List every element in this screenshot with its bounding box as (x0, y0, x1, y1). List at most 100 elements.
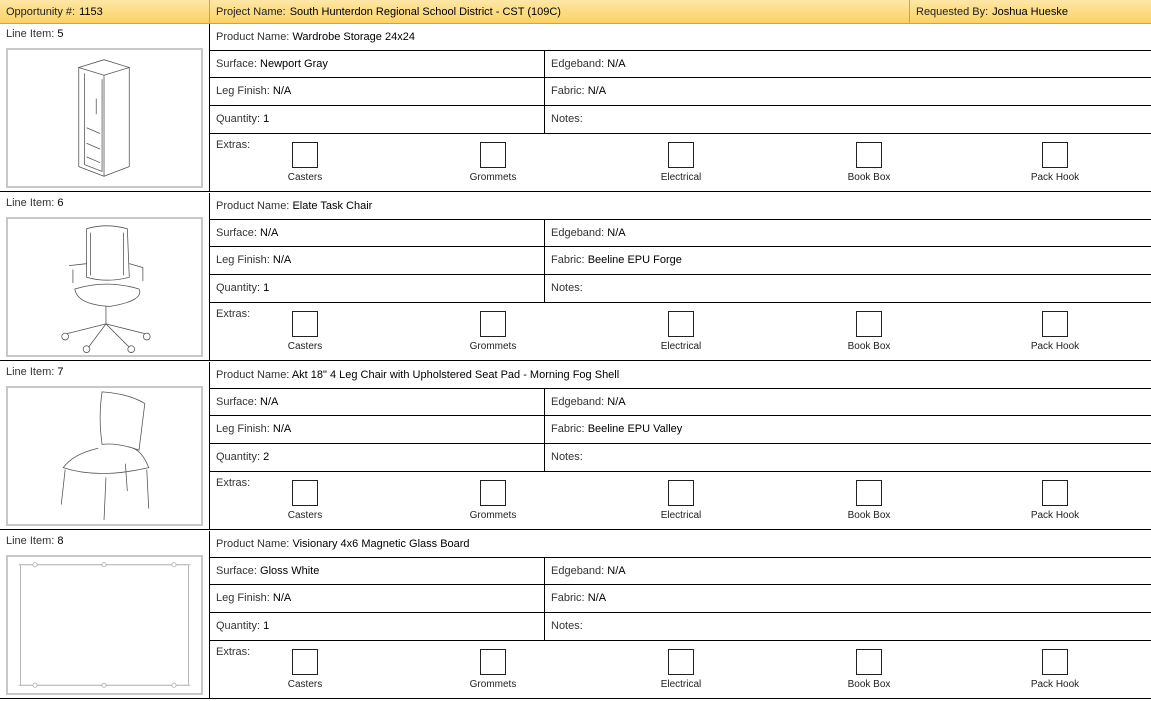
product-name-cell[interactable]: Product Name: Akt 18" 4 Leg Chair with U… (210, 362, 1151, 388)
pack-hook-checkbox[interactable] (1042, 480, 1068, 506)
fabric-cell[interactable]: Fabric: N/A (545, 78, 1151, 105)
requested-value[interactable]: Joshua Hueske (992, 6, 1068, 18)
casters-checkbox[interactable] (292, 142, 318, 168)
leg-finish-value: N/A (272, 423, 292, 435)
grommets-label: Grommets (469, 679, 517, 690)
leg-finish-row: Leg Finish: N/A Fabric: N/A (210, 585, 1151, 613)
quantity-label: Quantity: (216, 282, 261, 294)
fabric-cell[interactable]: Fabric: N/A (545, 585, 1151, 612)
leg-finish-cell[interactable]: Leg Finish: N/A (210, 78, 545, 105)
notes-cell[interactable]: Notes: (545, 275, 1151, 302)
grommets-checkbox[interactable] (480, 311, 506, 337)
extras-option-pack-hook: Pack Hook (1005, 480, 1105, 528)
pack-hook-label: Pack Hook (1030, 510, 1080, 521)
leg-finish-label: Leg Finish: (216, 85, 270, 97)
line-item-label-group: Line Item: 8 (6, 535, 64, 547)
requested-label: Requested By: (916, 6, 989, 18)
edgeband-cell[interactable]: Edgeband: N/A (545, 558, 1151, 584)
fabric-label: Fabric: (551, 592, 585, 604)
fabric-value: N/A (587, 592, 607, 604)
quantity-value: 2 (263, 451, 270, 463)
line-item-label-group: Line Item: 7 (6, 366, 64, 378)
surface-cell[interactable]: Surface: Newport Gray (210, 51, 545, 77)
pack-hook-checkbox[interactable] (1042, 649, 1068, 675)
pack-hook-checkbox[interactable] (1042, 142, 1068, 168)
fabric-label: Fabric: (551, 85, 585, 97)
electrical-label: Electrical (660, 172, 702, 183)
edgeband-value: N/A (607, 396, 626, 408)
product-name-cell[interactable]: Product Name: Elate Task Chair (210, 193, 1151, 219)
quantity-cell[interactable]: Quantity: 2 (210, 444, 545, 471)
product-name-cell[interactable]: Product Name: Wardrobe Storage 24x24 (210, 24, 1151, 50)
notes-cell[interactable]: Notes: (545, 613, 1151, 640)
edgeband-label: Edgeband: (551, 396, 605, 408)
line-item-label: Line Item: (6, 535, 55, 547)
surface-cell[interactable]: Surface: N/A (210, 220, 545, 246)
edgeband-value: N/A (607, 565, 626, 577)
line-item-block-5: Line Item: 5 Product Name: Wardrobe Stor… (0, 24, 1151, 192)
surface-label: Surface: (216, 565, 257, 577)
quantity-cell[interactable]: Quantity: 1 (210, 275, 545, 302)
fabric-label: Fabric: (551, 254, 585, 266)
wardrobe-storage-image (6, 48, 203, 188)
product-name-label: Product Name: (216, 200, 290, 212)
extras-option-pack-hook: Pack Hook (1005, 649, 1105, 697)
extras-option-pack-hook: Pack Hook (1005, 311, 1105, 359)
electrical-checkbox[interactable] (668, 311, 694, 337)
electrical-checkbox[interactable] (668, 142, 694, 168)
surface-row: Surface: N/A Edgeband: N/A (210, 220, 1151, 247)
edgeband-label: Edgeband: (551, 227, 605, 239)
task-chair-image (6, 217, 203, 357)
extras-option-casters: Casters (255, 480, 355, 528)
extras-row: Extras: Casters Grommets Electrical Book… (210, 641, 1151, 699)
leg-finish-cell[interactable]: Leg Finish: N/A (210, 585, 545, 612)
line-item-cell: Line Item: 6 (0, 193, 210, 361)
leg-finish-cell[interactable]: Leg Finish: N/A (210, 247, 545, 274)
electrical-label: Electrical (660, 510, 702, 521)
book-box-checkbox[interactable] (856, 480, 882, 506)
notes-cell[interactable]: Notes: (545, 106, 1151, 133)
surface-value: Newport Gray (260, 58, 328, 70)
quantity-cell[interactable]: Quantity: 1 (210, 613, 545, 640)
surface-cell[interactable]: Surface: N/A (210, 389, 545, 415)
casters-checkbox[interactable] (292, 480, 318, 506)
book-box-checkbox[interactable] (856, 142, 882, 168)
edgeband-cell[interactable]: Edgeband: N/A (545, 51, 1151, 77)
casters-label: Casters (287, 172, 323, 183)
casters-label: Casters (287, 679, 323, 690)
grommets-checkbox[interactable] (480, 480, 506, 506)
product-name-value: Elate Task Chair (292, 200, 373, 212)
casters-checkbox[interactable] (292, 649, 318, 675)
pack-hook-checkbox[interactable] (1042, 311, 1068, 337)
leg-finish-cell[interactable]: Leg Finish: N/A (210, 416, 545, 443)
casters-checkbox[interactable] (292, 311, 318, 337)
electrical-checkbox[interactable] (668, 649, 694, 675)
opportunity-label: Opportunity #: (6, 6, 76, 18)
product-name-row: Product Name: Akt 18" 4 Leg Chair with U… (210, 362, 1151, 389)
line-item-block-8: Line Item: 8 Product Name: Visionary 4x6… (0, 531, 1151, 699)
book-box-checkbox[interactable] (856, 311, 882, 337)
edgeband-cell[interactable]: Edgeband: N/A (545, 389, 1151, 415)
line-item-block-7: Line Item: 7 Product Name: Akt 18" 4 Leg… (0, 362, 1151, 530)
grommets-label: Grommets (469, 341, 517, 352)
notes-cell[interactable]: Notes: (545, 444, 1151, 471)
product-details: Product Name: Akt 18" 4 Leg Chair with U… (210, 362, 1151, 530)
project-value[interactable]: South Hunterdon Regional School District… (290, 6, 561, 18)
edgeband-cell[interactable]: Edgeband: N/A (545, 220, 1151, 246)
line-item-cell: Line Item: 5 (0, 24, 210, 192)
fabric-cell[interactable]: Fabric: Beeline EPU Valley (545, 416, 1151, 443)
electrical-label: Electrical (660, 679, 702, 690)
grommets-checkbox[interactable] (480, 649, 506, 675)
extras-option-electrical: Electrical (631, 311, 731, 359)
fabric-value: Beeline EPU Forge (587, 254, 682, 266)
opportunity-value[interactable]: 1153 (79, 6, 103, 18)
book-box-checkbox[interactable] (856, 649, 882, 675)
quantity-cell[interactable]: Quantity: 1 (210, 106, 545, 133)
fabric-cell[interactable]: Fabric: Beeline EPU Forge (545, 247, 1151, 274)
grommets-checkbox[interactable] (480, 142, 506, 168)
product-name-cell[interactable]: Product Name: Visionary 4x6 Magnetic Gla… (210, 531, 1151, 557)
surface-cell[interactable]: Surface: Gloss White (210, 558, 545, 584)
product-name-row: Product Name: Wardrobe Storage 24x24 (210, 24, 1151, 51)
extras-option-grommets: Grommets (443, 142, 543, 190)
electrical-checkbox[interactable] (668, 480, 694, 506)
